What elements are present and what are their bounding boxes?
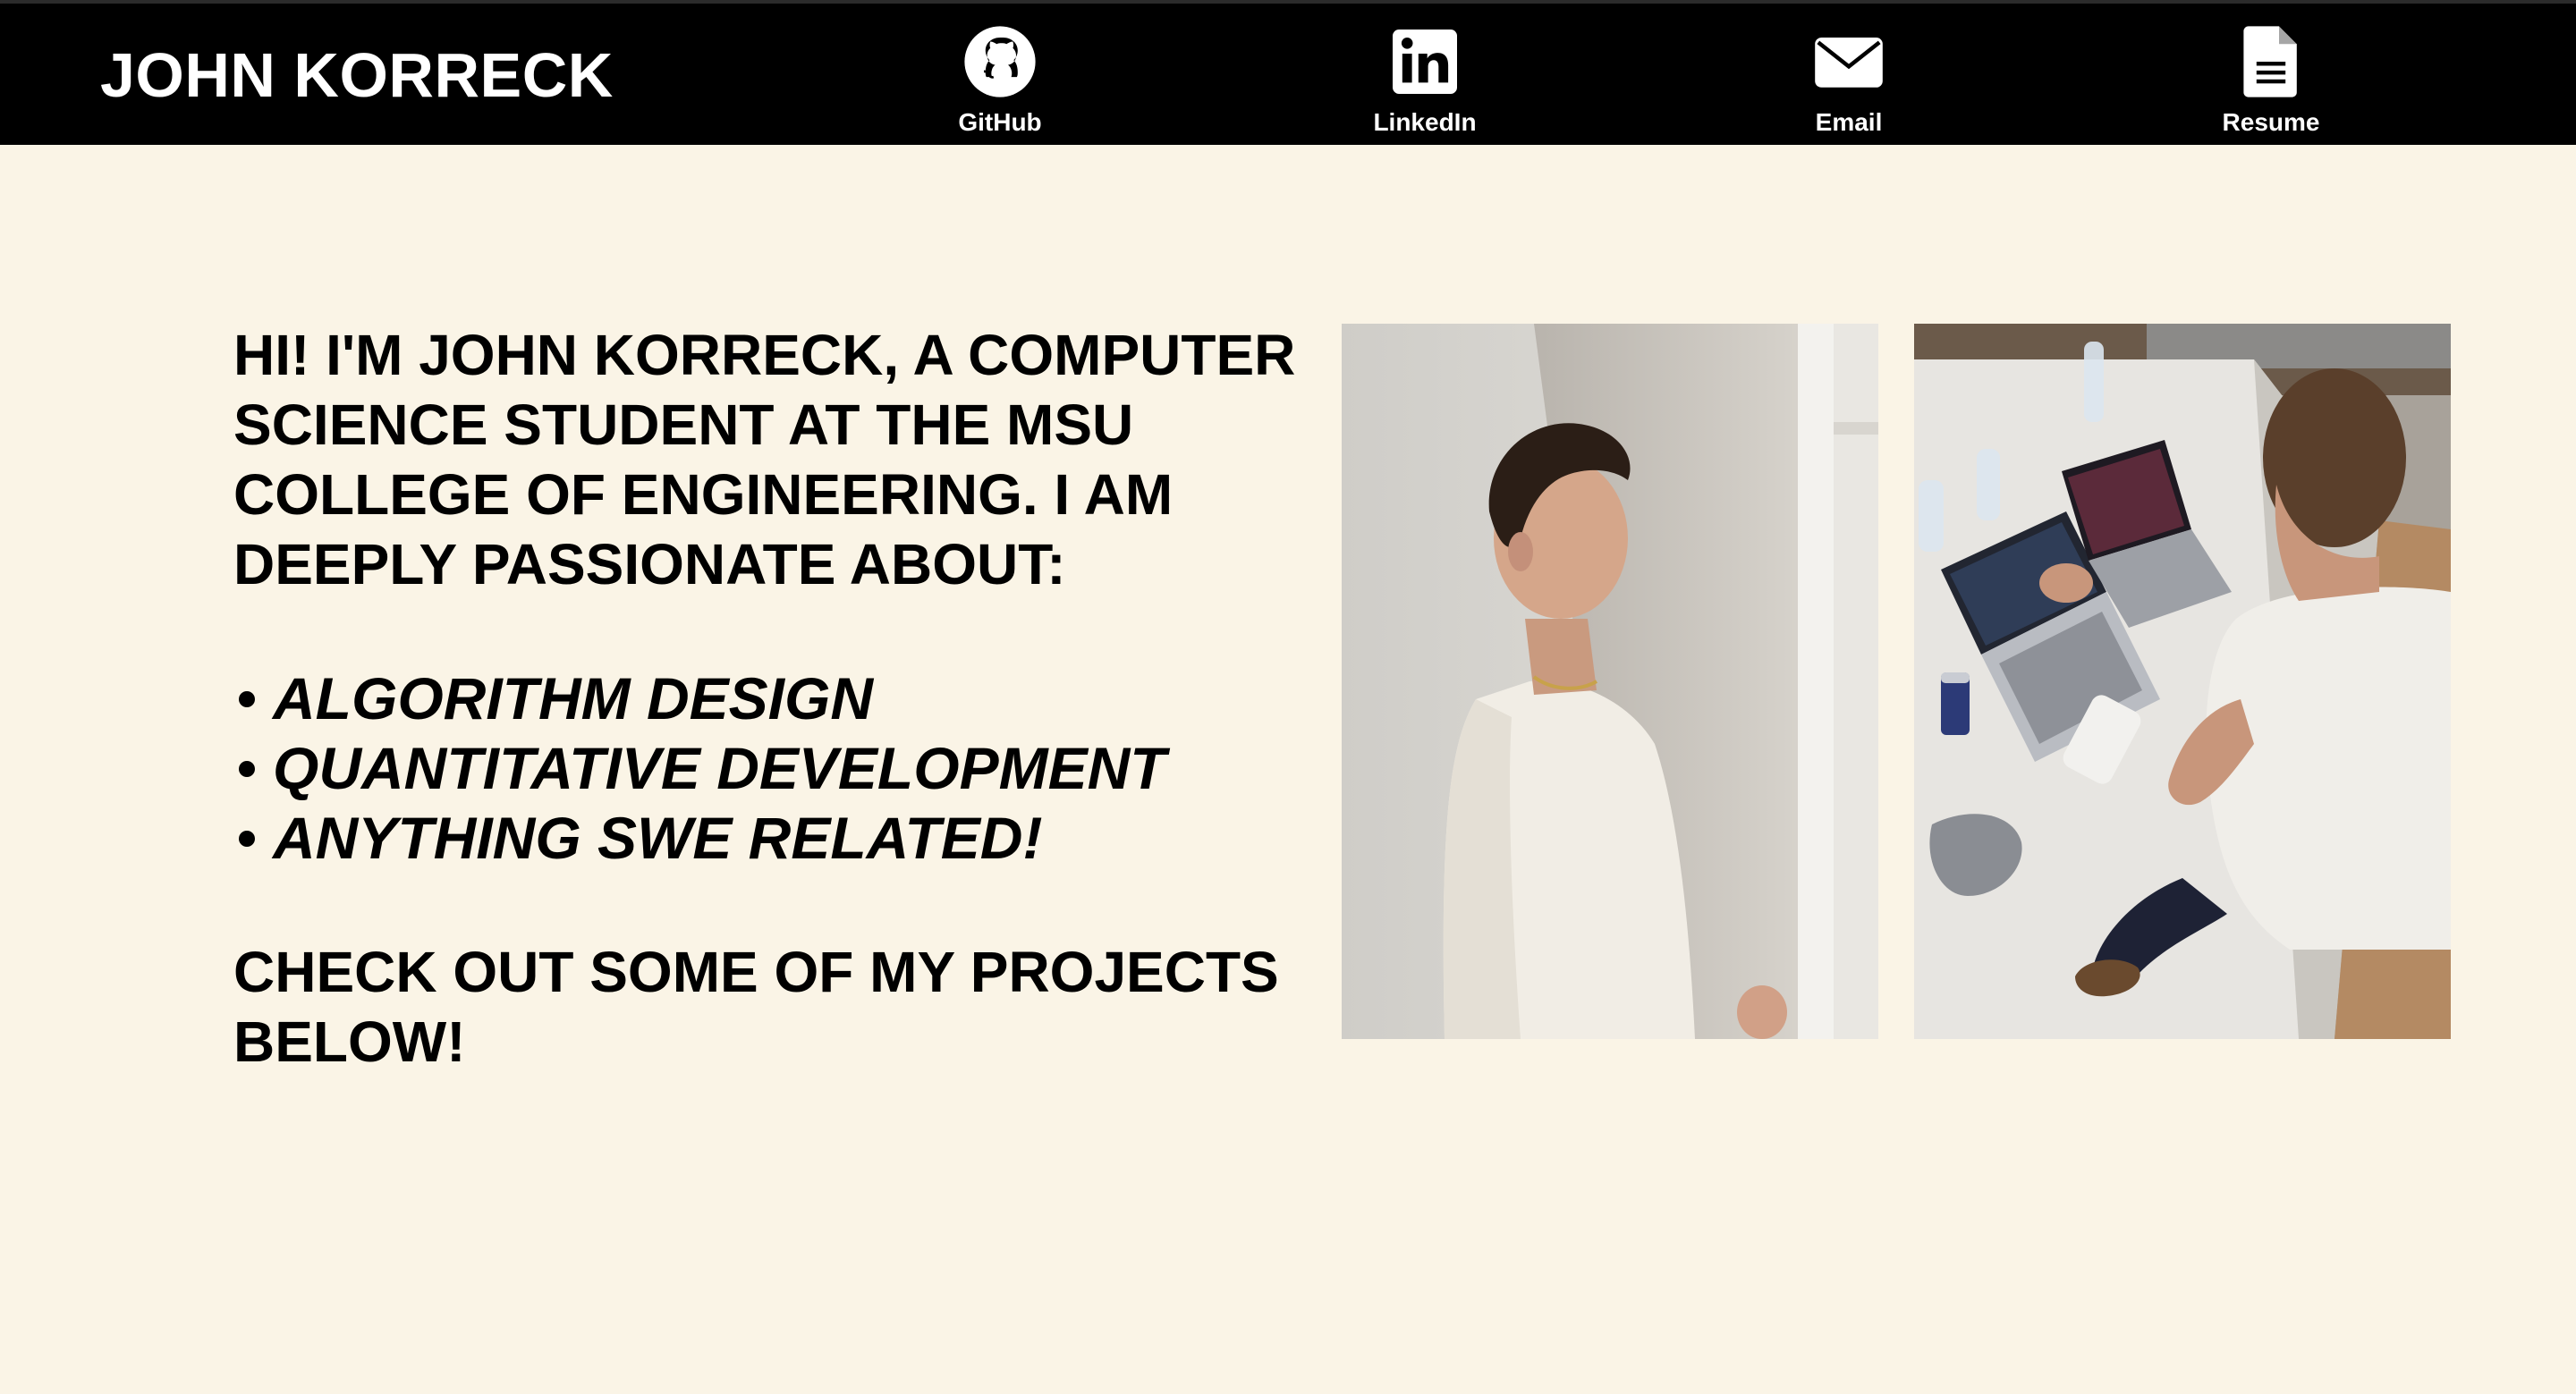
portrait-photo bbox=[1342, 324, 1878, 1039]
linkedin-icon bbox=[1393, 30, 1457, 94]
top-navigation-bar: JOHN KORRECK GitHub LinkedIn Email Resum… bbox=[0, 0, 2576, 145]
github-icon bbox=[964, 26, 1036, 97]
resume-label: Resume bbox=[2222, 108, 2320, 136]
intro-paragraph: HI! I'M JOHN KORRECK, A COMPUTER SCIENCE… bbox=[233, 323, 1296, 596]
envelope-icon bbox=[1815, 38, 1883, 88]
projects-cta: CHECK OUT SOME OF MY PROJECTS BELOW! bbox=[233, 940, 1279, 1074]
site-brand-name[interactable]: JOHN KORRECK bbox=[100, 39, 614, 111]
linkedin-link[interactable]: LinkedIn bbox=[1318, 18, 1532, 143]
linkedin-label: LinkedIn bbox=[1373, 108, 1477, 136]
passion-item: ALGORITHM DESIGN bbox=[239, 663, 1325, 733]
github-link[interactable]: GitHub bbox=[893, 18, 1107, 143]
github-label: GitHub bbox=[958, 108, 1042, 136]
document-icon bbox=[2243, 26, 2297, 97]
hero-text-block: HI! I'M JOHN KORRECK, A COMPUTER SCIENCE… bbox=[233, 320, 1325, 1077]
passion-item: ANYTHING SWE RELATED! bbox=[239, 803, 1325, 873]
resume-link[interactable]: Resume bbox=[2164, 18, 2378, 143]
email-label: Email bbox=[1815, 108, 1883, 136]
email-link[interactable]: Email bbox=[1741, 18, 1956, 143]
passion-item: QUANTITATIVE DEVELOPMENT bbox=[239, 733, 1325, 803]
coding-photo bbox=[1914, 324, 2451, 1039]
passions-list: ALGORITHM DESIGN QUANTITATIVE DEVELOPMEN… bbox=[233, 663, 1325, 873]
